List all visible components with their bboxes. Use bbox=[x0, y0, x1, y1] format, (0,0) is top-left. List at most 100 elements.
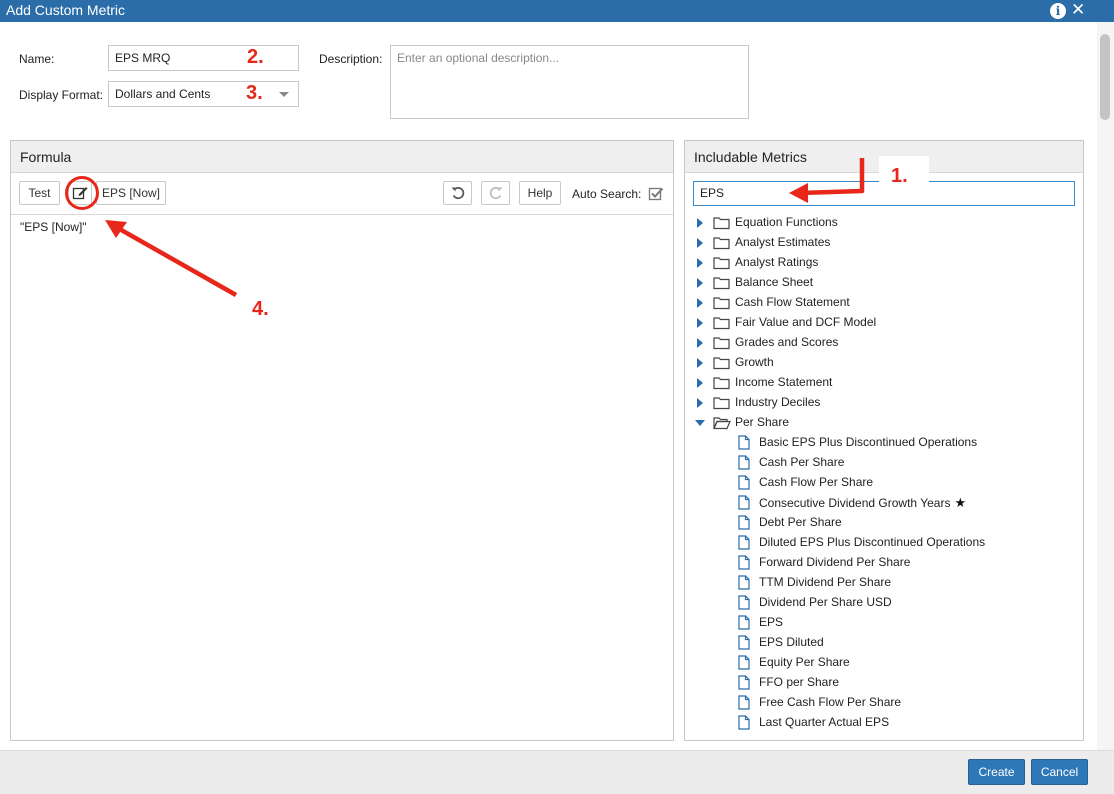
display-format-value: Dollars and Cents bbox=[115, 87, 211, 101]
tree-metric-label: Diluted EPS Plus Discontinued Operations bbox=[759, 535, 985, 549]
annotation-label-2: 2. bbox=[247, 46, 264, 68]
document-icon bbox=[738, 475, 750, 490]
tree-folder-label: Analyst Ratings bbox=[735, 255, 819, 269]
edit-button[interactable] bbox=[68, 181, 92, 205]
tree-metric-text: Free Cash Flow Per Share bbox=[759, 695, 902, 709]
metrics-search-input[interactable]: EPS bbox=[693, 181, 1075, 206]
metrics-panel-header: Includable Metrics bbox=[685, 141, 1083, 173]
document-icon bbox=[738, 435, 750, 450]
tree-metric-label: Basic EPS Plus Discontinued Operations bbox=[759, 435, 977, 449]
caret-right-icon[interactable] bbox=[697, 318, 703, 328]
tree-metric-label: Debt Per Share bbox=[759, 515, 842, 529]
tree-folder-label: Cash Flow Statement bbox=[735, 295, 850, 309]
display-format-select[interactable]: Dollars and Cents bbox=[108, 81, 299, 107]
tree-metric-text: Cash Flow Per Share bbox=[759, 475, 874, 489]
help-button[interactable]: Help bbox=[519, 181, 561, 205]
caret-right-icon[interactable] bbox=[697, 398, 703, 408]
tree-metric-label: TTM Dividend Per Share bbox=[759, 575, 891, 589]
tree-folder-label: Analyst Estimates bbox=[735, 235, 831, 249]
document-icon bbox=[738, 555, 750, 570]
tree-metric-label: FFO per Share bbox=[759, 675, 839, 689]
caret-right-icon[interactable] bbox=[697, 238, 703, 248]
tree-folder-label: Equation Functions bbox=[735, 215, 838, 229]
document-icon bbox=[738, 515, 750, 530]
tree-metric-label: Free Cash Flow Per Share bbox=[759, 695, 901, 709]
name-field[interactable]: EPS MRQ bbox=[108, 45, 299, 71]
undo-button[interactable] bbox=[443, 181, 472, 205]
redo-icon bbox=[489, 187, 503, 200]
tree-folder-label: Fair Value and DCF Model bbox=[735, 315, 877, 329]
cancel-button[interactable]: Cancel bbox=[1031, 759, 1088, 785]
description-textarea[interactable]: Enter an optional description... bbox=[390, 45, 749, 119]
caret-right-icon[interactable] bbox=[697, 258, 703, 268]
tree-folder-label: Growth bbox=[735, 355, 774, 369]
tree-metric-text: Debt Per Share bbox=[759, 515, 842, 529]
redo-button[interactable] bbox=[481, 181, 510, 205]
formula-title: Formula bbox=[20, 149, 72, 165]
document-icon bbox=[738, 675, 750, 690]
annotation-label-3: 3. bbox=[246, 82, 263, 104]
tree-metric-label: Cash Flow Per Share bbox=[759, 475, 873, 489]
auto-search-label: Auto Search: bbox=[572, 187, 642, 201]
formula-toolbar-divider bbox=[11, 214, 673, 215]
folder-icon bbox=[713, 277, 730, 290]
tree-metric-text: Equity Per Share bbox=[759, 655, 850, 669]
tree-metric-label: Dividend Per Share USD bbox=[759, 595, 892, 609]
info-icon[interactable]: i bbox=[1050, 3, 1066, 19]
document-icon bbox=[738, 655, 750, 670]
tree-metric-label: Cash Per Share bbox=[759, 455, 844, 469]
caret-right-icon[interactable] bbox=[697, 218, 703, 228]
formula-editor[interactable]: "EPS [Now]" bbox=[20, 220, 87, 234]
folder-icon bbox=[713, 217, 730, 230]
includable-metrics-panel: Includable Metrics EPS Equation Function… bbox=[684, 140, 1084, 741]
tree-metric-text: EPS Diluted bbox=[759, 635, 824, 649]
tree-folder-label: Balance Sheet bbox=[735, 275, 814, 289]
auto-search-checkbox[interactable] bbox=[648, 186, 664, 202]
folder-icon bbox=[713, 397, 730, 410]
tree-metric-text: Last Quarter Actual EPS bbox=[759, 715, 890, 729]
dialog-footer: Create Cancel bbox=[0, 750, 1114, 794]
chevron-down-icon bbox=[279, 92, 289, 97]
document-icon bbox=[738, 535, 750, 550]
undo-icon bbox=[451, 187, 465, 200]
create-button[interactable]: Create bbox=[968, 759, 1025, 785]
caret-down-icon[interactable] bbox=[695, 420, 705, 426]
tree-metric-text: Dividend Per Share USD bbox=[759, 595, 892, 609]
caret-right-icon[interactable] bbox=[697, 298, 703, 308]
edit-icon bbox=[72, 187, 88, 200]
tree-folder-label: Industry Deciles bbox=[735, 395, 821, 409]
eps-now-token-button[interactable]: EPS [Now] bbox=[96, 181, 166, 205]
document-icon bbox=[738, 495, 750, 510]
tree-metric-text: Forward Dividend Per Share bbox=[759, 555, 911, 569]
dialog-titlebar: Add Custom Metric i ✕ bbox=[0, 0, 1114, 22]
star-icon: ★ bbox=[954, 495, 967, 510]
tree-metric-label: EPS bbox=[759, 615, 783, 629]
test-button[interactable]: Test bbox=[19, 181, 60, 205]
caret-right-icon[interactable] bbox=[697, 338, 703, 348]
display-format-label: Display Format: bbox=[19, 88, 104, 102]
dialog-title: Add Custom Metric bbox=[6, 2, 126, 18]
formula-panel-header: Formula bbox=[11, 141, 673, 173]
scrollbar-thumb[interactable] bbox=[1100, 34, 1110, 120]
metrics-tree: Equation Functions Analyst Estimates Analy… bbox=[685, 213, 1082, 739]
folder-icon bbox=[713, 237, 730, 250]
tree-metric-text: FFO per Share bbox=[759, 675, 840, 689]
tree-metric-text: TTM Dividend Per Share bbox=[759, 575, 892, 589]
folder-icon bbox=[713, 357, 730, 370]
tree-metric-label: Last Quarter Actual EPS bbox=[759, 715, 889, 729]
folder-icon bbox=[713, 377, 730, 390]
tree-metric-label: Equity Per Share bbox=[759, 655, 850, 669]
dialog-scrollbar[interactable] bbox=[1097, 22, 1114, 750]
tree-metric-label: EPS Diluted bbox=[759, 635, 824, 649]
folder-icon bbox=[713, 317, 730, 330]
close-icon[interactable]: ✕ bbox=[1071, 0, 1085, 20]
folder-icon bbox=[713, 337, 730, 350]
caret-right-icon[interactable] bbox=[697, 378, 703, 388]
document-icon bbox=[738, 615, 750, 630]
document-icon bbox=[738, 575, 750, 590]
caret-right-icon[interactable] bbox=[697, 358, 703, 368]
formula-panel: Formula Test EPS [Now] Help Auto Search:… bbox=[10, 140, 674, 741]
document-icon bbox=[738, 455, 750, 470]
tree-metric-text: EPS bbox=[759, 615, 784, 629]
caret-right-icon[interactable] bbox=[697, 278, 703, 288]
